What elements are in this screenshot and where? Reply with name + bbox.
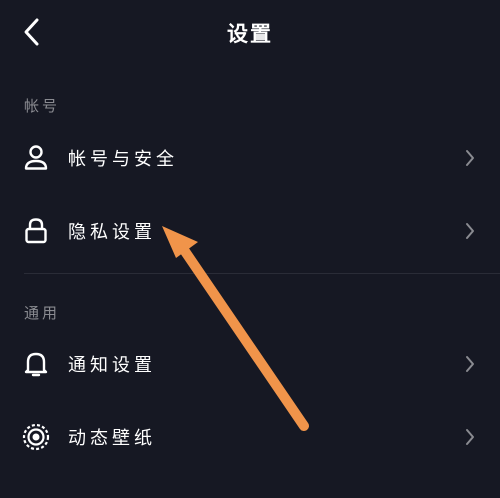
section-divider xyxy=(24,273,500,274)
section-label-account: 帐号 xyxy=(24,97,61,115)
settings-item-account-security[interactable]: 帐号与安全 xyxy=(0,128,500,188)
chevron-right-icon xyxy=(463,221,477,241)
lock-icon xyxy=(22,217,50,245)
settings-item-label: 帐号与安全 xyxy=(68,149,178,170)
chevron-right-icon xyxy=(463,148,477,168)
settings-item-label: 动态壁纸 xyxy=(68,428,156,449)
user-icon xyxy=(22,144,50,172)
page-title: 设置 xyxy=(227,22,273,46)
settings-item-notifications[interactable]: 通知设置 xyxy=(0,334,500,394)
chevron-right-icon xyxy=(463,354,477,374)
settings-item-live-wallpaper[interactable]: 动态壁纸 xyxy=(0,407,500,467)
chevron-right-icon xyxy=(463,427,477,447)
settings-item-privacy[interactable]: 隐私设置 xyxy=(0,201,500,261)
partial-row-icon xyxy=(26,490,46,498)
bell-icon xyxy=(22,350,50,378)
settings-screen: 设置 帐号 帐号与安全 隐私设置 通用 通知设置 动态壁纸 xyxy=(0,0,500,498)
settings-item-label: 通知设置 xyxy=(68,355,156,376)
settings-item-label: 隐私设置 xyxy=(68,222,156,243)
header: 设置 xyxy=(0,0,500,64)
live-wallpaper-icon xyxy=(22,423,50,451)
section-label-general: 通用 xyxy=(24,304,61,322)
